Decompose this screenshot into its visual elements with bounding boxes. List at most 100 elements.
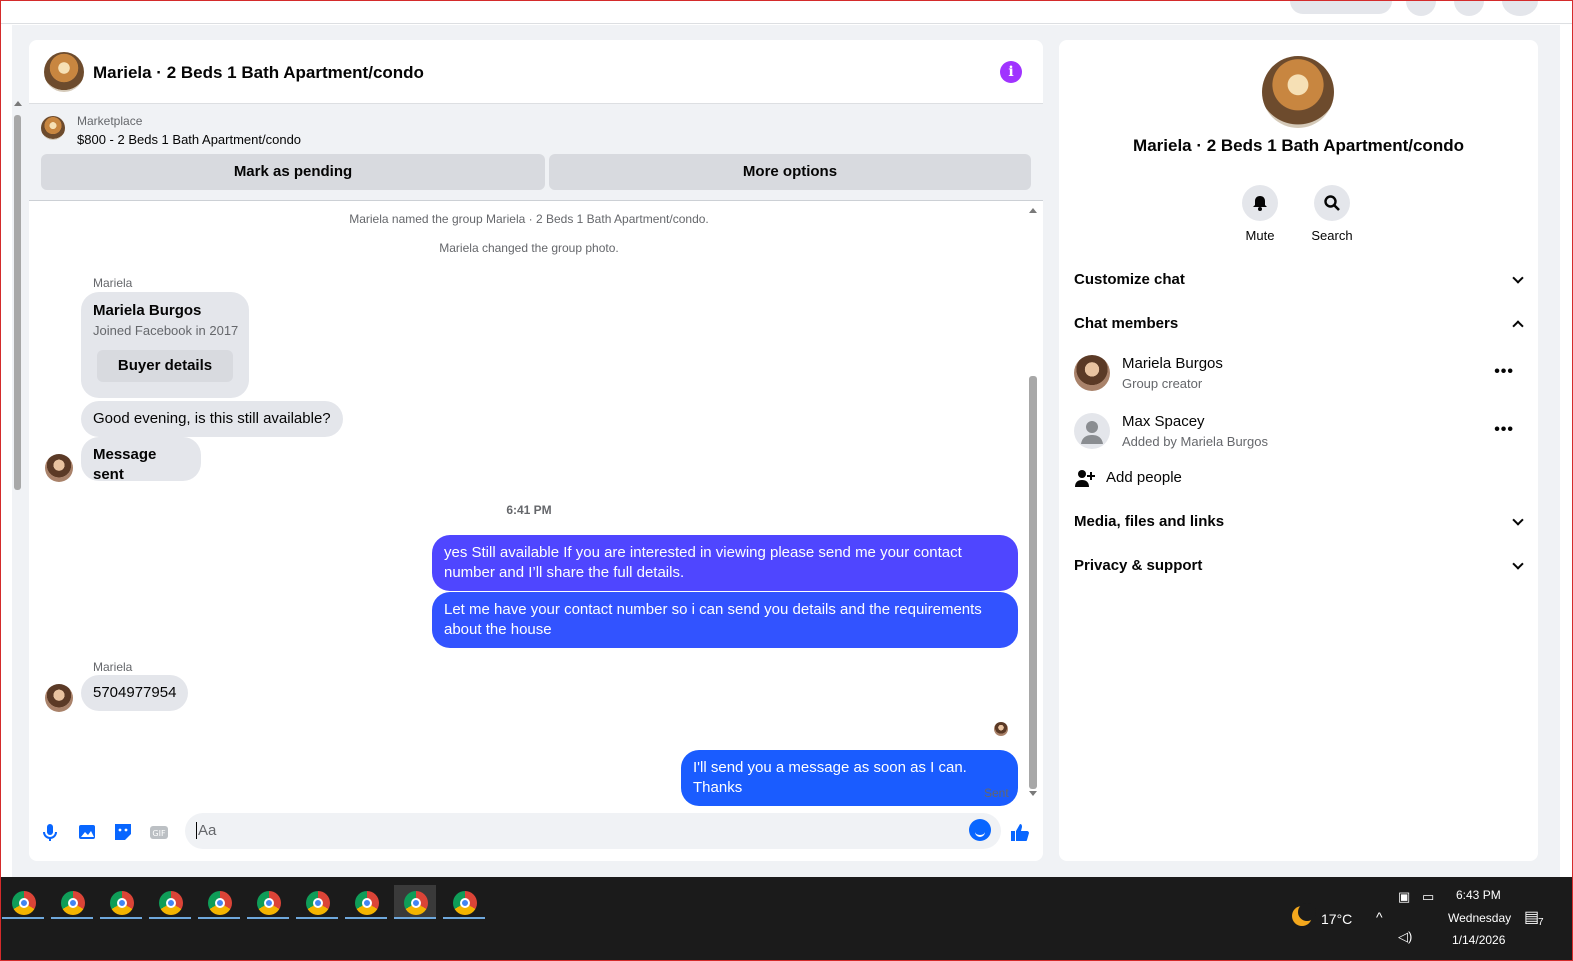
member-avatar[interactable] [1074,355,1110,391]
member-role: Group creator [1122,376,1203,391]
svg-text:GIF: GIF [152,829,166,838]
search-button[interactable]: Search [1297,185,1367,243]
taskbar-chrome-app[interactable] [149,885,191,919]
find-friends-button[interactable] [1290,0,1392,14]
chat-info-panel: Mariela · 2 Beds 1 Bath Apartment/condo … [1059,40,1538,861]
weather-moon-icon[interactable] [1292,903,1316,926]
outgoing-message[interactable]: yes Still available If you are intereste… [432,535,1018,591]
chrome-icon [453,891,477,915]
search-label: Search [1311,228,1353,243]
listing-thumbnail[interactable] [41,116,65,140]
mute-button[interactable]: Mute [1225,185,1295,243]
taskbar-chrome-app[interactable] [100,885,142,919]
sender-name: Mariela [93,276,133,290]
taskbar-chrome-app[interactable] [247,885,289,919]
taskbar-chrome-app[interactable] [51,885,93,919]
member-row[interactable]: Mariela Burgos Group creator ••• [1074,353,1524,403]
photo-icon[interactable] [76,821,98,843]
like-icon[interactable] [1009,821,1031,843]
chrome-icon [355,891,379,915]
network-icon[interactable]: ▭ [1422,889,1434,905]
notification-count: 7 [1538,917,1544,928]
clock-day[interactable]: Wednesday [1448,911,1511,925]
member-name: Mariela Burgos [1122,355,1223,372]
more-options-icon[interactable]: ••• [1494,421,1514,439]
customize-chat-section[interactable]: Customize chat [1074,262,1524,298]
taskbar-chrome-app[interactable] [2,885,44,919]
message-input[interactable]: Aa [185,813,1001,849]
running-indicator [296,917,338,919]
member-name: Max Spacey [1122,413,1205,430]
chrome-icon [306,891,330,915]
chevron-down-icon [1512,272,1524,284]
chrome-icon [404,891,428,915]
info-icon[interactable]: i [1000,61,1022,83]
scroll-up-arrow-icon[interactable] [1029,208,1037,213]
temperature[interactable]: 17°C [1321,911,1352,927]
chat-members-section[interactable]: Chat members [1074,306,1524,342]
group-photo[interactable] [1262,56,1334,128]
incoming-message[interactable]: Message sent [81,437,201,483]
menu-icon[interactable] [1406,0,1436,16]
meet-now-icon[interactable]: ▣ [1398,889,1410,905]
taskbar-chrome-app[interactable] [345,885,387,919]
customize-chat-label: Customize chat [1074,271,1185,288]
sender-avatar[interactable] [45,684,73,712]
microphone-icon[interactable] [39,821,61,843]
running-indicator [345,917,387,919]
clock-time[interactable]: 6:43 PM [1456,888,1501,902]
clock-date[interactable]: 1/14/2026 [1452,933,1505,947]
volume-icon[interactable]: ◁) [1398,929,1412,945]
sender-avatar[interactable] [45,454,73,482]
notification-icon[interactable]: ▤ [1524,907,1539,927]
browser-top-strip [0,0,1573,24]
chat-scrollbar[interactable] [1028,206,1038,801]
group-avatar[interactable] [44,52,84,92]
chrome-icon [159,891,183,915]
buyer-joined: Joined Facebook in 2017 [93,323,239,338]
chat-title[interactable]: Mariela · 2 Beds 1 Bath Apartment/condo [93,63,424,83]
chevron-down-icon [1512,514,1524,526]
member-role: Added by Mariela Burgos [1122,434,1268,449]
running-indicator [247,917,289,919]
taskbar-chrome-app[interactable] [443,885,485,919]
page-scroll-thumb[interactable] [14,115,21,490]
incoming-message[interactable]: Good evening, is this still available? [81,401,343,437]
privacy-support-section[interactable]: Privacy & support [1074,548,1524,584]
listing-title[interactable]: $800 - 2 Beds 1 Bath Apartment/condo [77,132,301,147]
media-files-section[interactable]: Media, files and links [1074,504,1524,540]
outgoing-message[interactable]: Let me have your contact number so i can… [432,592,1018,648]
chevron-up-icon [1512,320,1524,332]
chat-members-label: Chat members [1074,315,1179,332]
member-avatar[interactable] [1074,413,1110,449]
search-icon [1314,185,1350,221]
account-avatar[interactable] [1502,0,1538,16]
taskbar-chrome-app[interactable] [296,885,338,919]
more-options-icon[interactable]: ••• [1494,363,1514,381]
chrome-icon [110,891,134,915]
sticker-icon[interactable] [112,821,134,843]
running-indicator [149,917,191,919]
add-people-button[interactable]: Add people [1074,460,1524,496]
scroll-up-arrow-icon[interactable] [14,101,22,106]
incoming-message[interactable]: 5704977954 [81,675,189,711]
chrome-icon [12,891,36,915]
taskbar-chrome-app[interactable] [198,885,240,919]
member-row[interactable]: Max Spacey Added by Mariela Burgos ••• [1074,411,1524,461]
more-options-button[interactable]: More options [549,154,1031,190]
buyer-details-button[interactable]: Buyer details [97,350,233,382]
page-scrollbar[interactable] [2,97,23,897]
taskbar-chrome-app[interactable] [394,885,436,919]
chrome-icon [208,891,232,915]
chat-scroll-thumb[interactable] [1029,376,1037,789]
scroll-down-arrow-icon[interactable] [1029,791,1037,796]
outgoing-message[interactable]: I'll send you a message as soon as I can… [681,750,1018,806]
gif-icon[interactable]: GIF [148,821,170,843]
mark-as-pending-button[interactable]: Mark as pending [41,154,545,190]
messenger-icon[interactable] [1454,0,1484,16]
chrome-icon [61,891,85,915]
message-placeholder: Aa [196,822,217,839]
media-files-label: Media, files and links [1074,513,1225,530]
show-hidden-icons-icon[interactable]: ^ [1376,909,1383,925]
emoji-icon[interactable] [969,819,991,841]
